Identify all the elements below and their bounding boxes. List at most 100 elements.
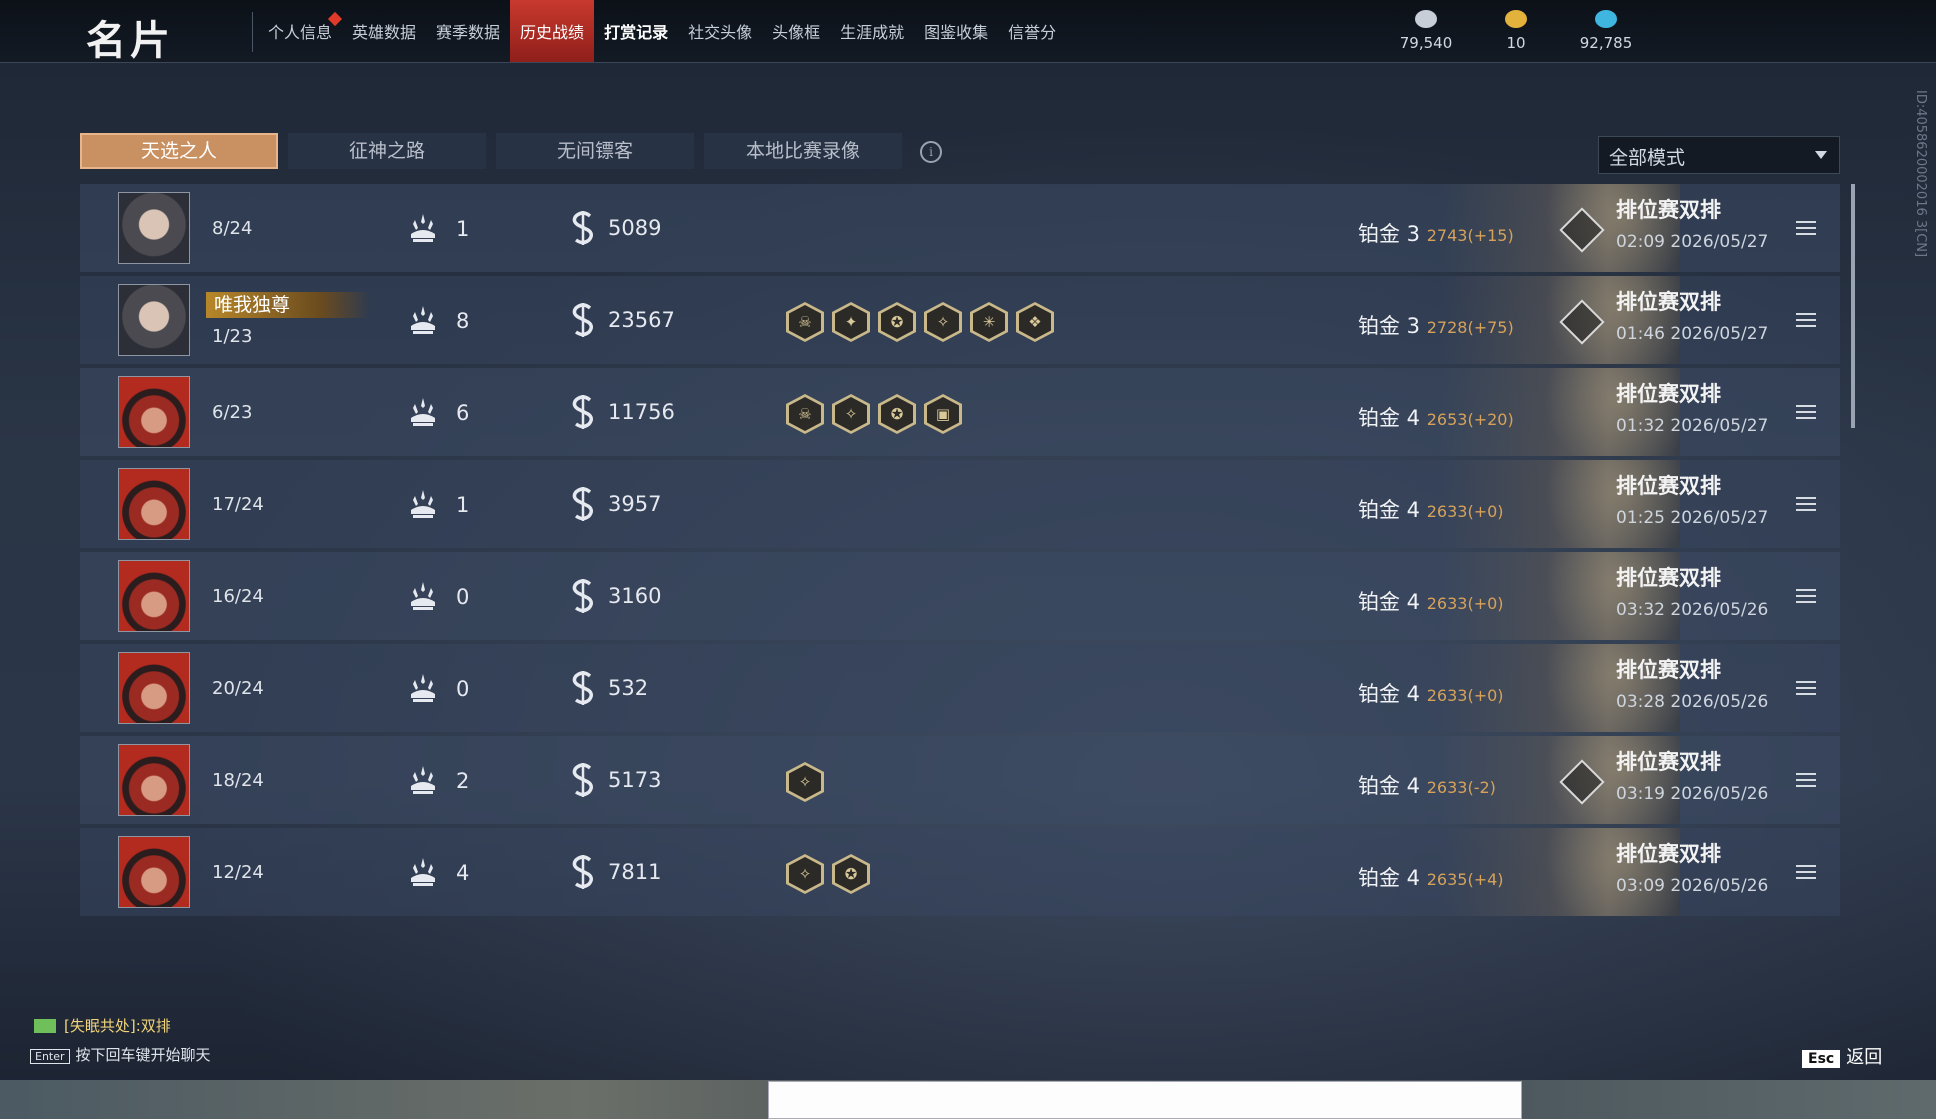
achievement-badges: ✧ ✪ [786, 854, 870, 894]
ticket-icon [1505, 10, 1527, 28]
score-value: 23567 [608, 308, 675, 332]
achievement-badge-icon[interactable]: ✧ [832, 394, 870, 434]
mode-filter-value: 全部模式 [1609, 147, 1686, 169]
nav-item-1[interactable]: 英雄数据 [342, 0, 426, 62]
mode-filter-dropdown[interactable]: 全部模式 [1598, 136, 1840, 174]
match-mode: 排位赛双排 [1616, 290, 1721, 314]
chat-hint-text: 按下回车键开始聊天 [75, 1046, 211, 1064]
match-row[interactable]: 17/24 1 3957 铂金 4 2633(+0) 排位赛双排 01:25 2026/0… [80, 460, 1840, 548]
details-menu-icon[interactable] [1796, 221, 1816, 235]
details-menu-icon[interactable] [1796, 681, 1816, 695]
achievement-badge-icon[interactable]: ❖ [1016, 302, 1054, 342]
achievement-badge-icon[interactable]: ☠ [786, 302, 824, 342]
match-time: 03:09 2026/05/26 [1616, 876, 1769, 896]
nav-item-7[interactable]: 生涯成就 [830, 0, 914, 62]
score-icon [570, 854, 596, 890]
achievement-badge-icon[interactable]: ✧ [786, 762, 824, 802]
tab-3[interactable]: 本地比赛录像 [704, 133, 902, 169]
achievement-badges: ✧ [786, 762, 824, 802]
placement-rank: 20/24 [212, 678, 264, 699]
nav-item-8[interactable]: 图鉴收集 [914, 0, 998, 62]
hero-avatar [118, 836, 190, 908]
details-menu-icon[interactable] [1796, 497, 1816, 511]
achievement-badge-icon[interactable]: ✪ [832, 854, 870, 894]
achievement-badge-icon[interactable]: ✧ [786, 854, 824, 894]
match-row[interactable]: 18/24 2 5173 ✧ 铂金 4 2633(-2) 排位赛双排 03:19 2026/… [80, 736, 1840, 824]
kills-icon [408, 212, 438, 244]
footer-input-bar[interactable] [768, 1081, 1522, 1119]
score-value: 5173 [608, 768, 662, 792]
achievement-badge-icon[interactable]: ▣ [924, 394, 962, 434]
tab-0[interactable]: 天选之人 [80, 133, 278, 169]
tab-2[interactable]: 无间镖客 [496, 133, 694, 169]
details-menu-icon[interactable] [1796, 313, 1816, 327]
tier-points: 2743(+15) [1426, 226, 1514, 245]
kills-value: 6 [456, 401, 470, 425]
achievement-badge-icon[interactable]: ✪ [878, 302, 916, 342]
score-value: 11756 [608, 400, 675, 424]
rank-tier: 铂金 4 2635(+4) [1358, 862, 1504, 892]
info-icon[interactable]: i [920, 141, 942, 163]
score-icon [570, 210, 596, 246]
details-menu-icon[interactable] [1796, 405, 1816, 419]
kills-icon [408, 856, 438, 888]
rank-tier: 铂金 4 2633(-2) [1358, 770, 1496, 800]
badge-glyph: ✪ [881, 397, 913, 431]
match-mode: 排位赛双排 [1616, 198, 1721, 222]
chat-status: [失眠共处]:双排 [34, 1015, 171, 1036]
match-time: 01:32 2026/05/27 [1616, 416, 1769, 436]
match-row[interactable]: 16/24 0 3160 铂金 4 2633(+0) 排位赛双排 03:32 2026/0… [80, 552, 1840, 640]
placement-rank: 8/24 [212, 218, 253, 239]
nav-item-2[interactable]: 赛季数据 [426, 0, 510, 62]
badge-glyph: ✧ [789, 765, 821, 799]
list-scrollbar[interactable] [1851, 184, 1855, 428]
chevron-down-icon [1815, 151, 1827, 159]
currency-value: 10 [1506, 34, 1526, 52]
details-menu-icon[interactable] [1796, 865, 1816, 879]
tier-points: 2633(+0) [1426, 502, 1504, 521]
badge-glyph: ✧ [789, 857, 821, 891]
match-mode: 排位赛双排 [1616, 566, 1721, 590]
match-row[interactable]: 12/24 4 7811 ✧ ✪ 铂金 4 2635(+4) 排位赛双排 03:09 2026… [80, 828, 1840, 916]
match-mode: 排位赛双排 [1616, 658, 1721, 682]
score-icon [570, 394, 596, 430]
nav-item-0[interactable]: 个人信息 [258, 0, 343, 62]
match-history-list: 8/24 1 5089 铂金 3 2743(+15) 排位赛双排 02:09 2026/0… [80, 184, 1840, 920]
hero-avatar [118, 652, 190, 724]
badge-glyph: ✪ [835, 857, 867, 891]
match-mode: 排位赛双排 [1616, 474, 1721, 498]
chat-hint: Enter 按下回车键开始聊天 [30, 1044, 211, 1065]
score-value: 532 [608, 676, 649, 700]
badge-glyph: ▣ [927, 397, 959, 431]
achievement-badge-icon[interactable]: ☠ [786, 394, 824, 434]
nav-item-5[interactable]: 社交头像 [678, 0, 762, 62]
kills-value: 1 [456, 217, 470, 241]
match-row[interactable]: 8/24 1 5089 铂金 3 2743(+15) 排位赛双排 02:09 2026/0… [80, 184, 1840, 272]
details-menu-icon[interactable] [1796, 773, 1816, 787]
chat-channel-icon [34, 1019, 56, 1033]
match-time: 01:25 2026/05/27 [1616, 508, 1769, 528]
mode-tabs: 天选之人 征神之路 无间镖客 本地比赛录像 [80, 133, 902, 169]
details-menu-icon[interactable] [1796, 589, 1816, 603]
back-button[interactable]: Esc 返回 [1802, 1043, 1882, 1069]
achievement-badge-icon[interactable]: ✳ [970, 302, 1008, 342]
nav-item-4[interactable]: 打赏记录 [594, 0, 678, 62]
tier-name: 铂金 4 [1358, 406, 1421, 430]
hero-avatar [118, 192, 190, 264]
achievement-badge-icon[interactable]: ✧ [924, 302, 962, 342]
match-time: 03:19 2026/05/26 [1616, 784, 1769, 804]
match-row[interactable]: 6/23 6 11756 ☠ ✧ ✪ ▣ 铂金 4 2653(+20) 排位赛双排 01:32 2… [80, 368, 1840, 456]
alert-dot-icon [327, 11, 343, 27]
score-icon [570, 762, 596, 798]
page-title: 名片 [86, 18, 174, 64]
kills-icon [408, 672, 438, 704]
achievement-badge-icon[interactable]: ✦ [832, 302, 870, 342]
tab-1[interactable]: 征神之路 [288, 133, 486, 169]
nav-item-6[interactable]: 头像框 [762, 0, 830, 62]
hero-avatar [118, 468, 190, 540]
nav-item-9[interactable]: 信誉分 [998, 0, 1066, 62]
match-row[interactable]: 唯我独尊 1/23 8 23567 ☠ ✦ ✪ ✧ ✳ ❖ 铂金 3 2728(+75) 排位赛双排 0… [80, 276, 1840, 364]
match-row[interactable]: 20/24 0 532 铂金 4 2633(+0) 排位赛双排 03:28 2026/05… [80, 644, 1840, 732]
nav-item-3[interactable]: 历史战绩 [510, 0, 595, 62]
achievement-badge-icon[interactable]: ✪ [878, 394, 916, 434]
